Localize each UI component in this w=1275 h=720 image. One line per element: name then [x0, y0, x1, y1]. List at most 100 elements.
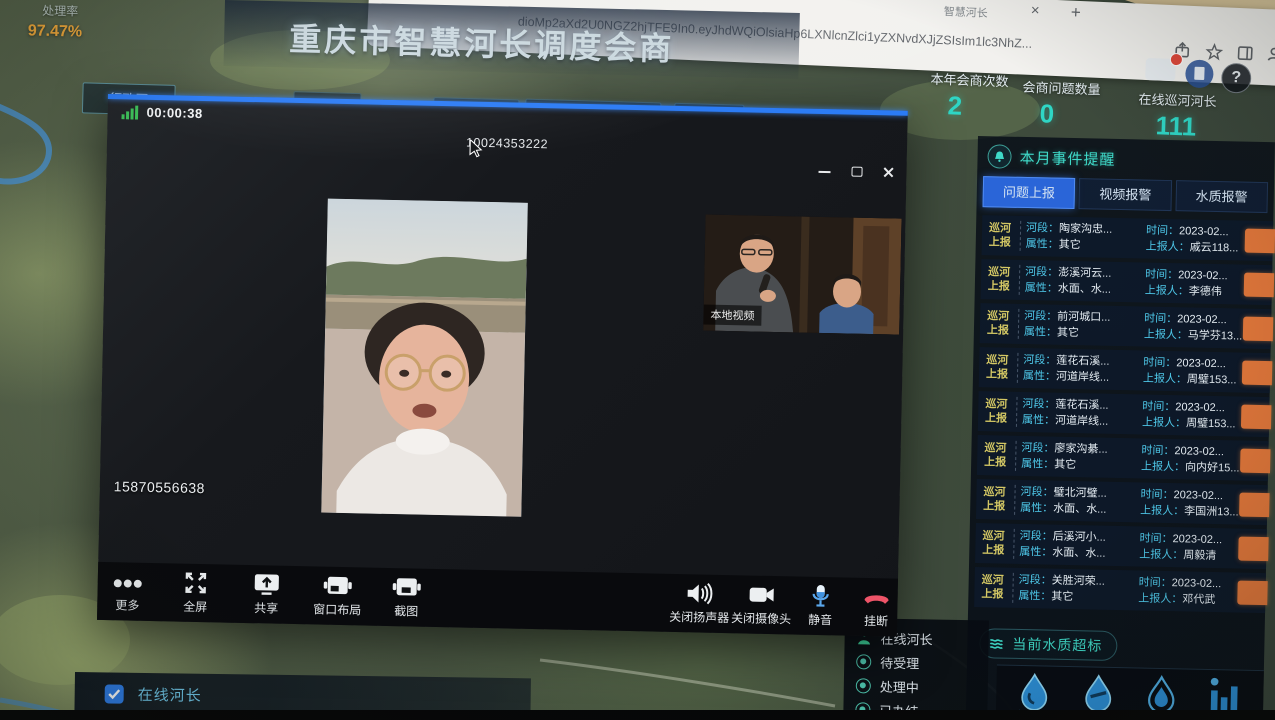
- profile-icon[interactable]: [1265, 45, 1275, 64]
- hangup-button[interactable]: 挂断: [850, 584, 903, 630]
- event-row[interactable]: 巡河上报河段：莲花石溪...属性：河道岸线...时间：2023-02...上报人…: [979, 347, 1271, 393]
- call-timer: 00:00:38: [146, 105, 202, 121]
- fullscreen-button[interactable]: 全屏: [167, 569, 224, 615]
- time-label: 时间：: [1139, 532, 1172, 545]
- time-value: 2023-02...: [1179, 225, 1229, 238]
- maximize-icon[interactable]: [848, 164, 864, 180]
- local-video-label: 本地视频: [703, 305, 761, 326]
- stat-value: 0: [1039, 98, 1100, 131]
- tab-close-icon[interactable]: ×: [1030, 2, 1039, 19]
- event-row[interactable]: 巡河上报河段：陶家沟忠...属性：其它时间：2023-02...上报人：戚云11…: [982, 215, 1274, 261]
- row-left-fields: 河段：莲花石溪...属性：河道岸线...: [1022, 396, 1143, 431]
- reporter-value: 李德伟: [1189, 285, 1222, 298]
- bookmark-star-icon[interactable]: [1205, 43, 1224, 62]
- row-action-button[interactable]: [1245, 229, 1275, 254]
- camera-icon: [721, 581, 802, 609]
- screenshot-button[interactable]: 截图: [378, 574, 435, 620]
- tab-video-alarm[interactable]: 视频报警: [1079, 178, 1172, 211]
- patrol-report-tag: 巡河上报: [982, 221, 1019, 250]
- more-dots-icon: [100, 568, 157, 595]
- more-button[interactable]: 更多: [99, 568, 156, 614]
- hangup-icon: [850, 584, 903, 611]
- segment-value: 莲花石溪...: [1055, 399, 1108, 412]
- stat-meeting-issues: 会商问题数量 0: [1021, 77, 1101, 132]
- event-list: 巡河上报河段：陶家沟忠...属性：其它时间：2023-02...上报人：戚云11…: [968, 215, 1273, 613]
- tab-water-quality-alarm[interactable]: 水质报警: [1175, 180, 1268, 213]
- mute-button[interactable]: 静音: [792, 582, 849, 628]
- row-divider: [1020, 221, 1022, 251]
- row-action-button[interactable]: [1243, 317, 1273, 342]
- room-id: 10024353222: [107, 128, 907, 159]
- reporter-label: 上报人：: [1138, 592, 1182, 605]
- reporter-value: 李国洲13...: [1184, 505, 1239, 518]
- pending-status-icon: [856, 654, 871, 669]
- event-panel-header: 本月事件提醒: [977, 136, 1275, 180]
- event-row[interactable]: 巡河上报河段：后溪河小...属性：水面、水...时间：2023-02...上报人…: [975, 523, 1267, 569]
- time-value: 2023-02...: [1172, 533, 1222, 546]
- time-label: 时间：: [1144, 313, 1177, 326]
- share-button[interactable]: 共享: [238, 571, 295, 617]
- event-row[interactable]: 巡河上报河段：璧北河璧...属性：水面、水...时间：2023-02...上报人…: [976, 479, 1268, 525]
- attribute-label: 属性：: [1023, 370, 1056, 383]
- row-action-button[interactable]: [1239, 493, 1269, 518]
- remote-video-content: [321, 199, 528, 517]
- minimize-icon[interactable]: [816, 163, 832, 179]
- camera-off-button[interactable]: 关闭摄像头: [721, 581, 802, 628]
- reporter-label: 上报人：: [1146, 241, 1190, 254]
- event-row[interactable]: 巡河上报河段：廖家沟綦...属性：其它时间：2023-02...上报人：向内好1…: [977, 435, 1269, 481]
- event-row[interactable]: 巡河上报河段：莲花石溪...属性：河道岸线...时间：2023-02...上报人…: [978, 391, 1270, 437]
- segment-value: 陶家沟忠...: [1059, 223, 1112, 236]
- processing-rate-widget: 处理率 97.47%: [28, 1, 83, 41]
- patrol-report-tag: 巡河上报: [978, 397, 1015, 426]
- attribute-label: 属性：: [1025, 282, 1058, 295]
- row-action-button[interactable]: [1240, 449, 1270, 474]
- row-action-button[interactable]: [1237, 581, 1267, 606]
- attribute-value: 其它: [1057, 327, 1079, 339]
- segment-label: 河段：: [1022, 398, 1055, 411]
- reporter-value: 戚云118...: [1190, 241, 1239, 254]
- window-layout-icon: [299, 572, 376, 600]
- side-panel-icon[interactable]: [1236, 44, 1255, 63]
- row-divider: [1018, 309, 1020, 339]
- row-action-button[interactable]: [1242, 361, 1272, 386]
- event-row[interactable]: 巡河上报河段：澎溪河云...属性：水面、水...时间：2023-02...上报人…: [981, 259, 1273, 305]
- reporter-label: 上报人：: [1139, 548, 1183, 561]
- water-drop-icon[interactable]: [1014, 671, 1055, 716]
- row-action-button[interactable]: [1238, 537, 1268, 562]
- segment-label: 河段：: [1023, 354, 1056, 367]
- processing-rate-value: 97.47%: [28, 22, 83, 41]
- new-tab-icon[interactable]: +: [1070, 3, 1081, 23]
- window-layout-button[interactable]: 窗口布局: [299, 572, 376, 619]
- attribute-label: 属性：: [1018, 590, 1051, 603]
- row-left-fields: 河段：廖家沟綦...属性：其它: [1021, 440, 1142, 475]
- attribute-value: 水面、水...: [1052, 547, 1105, 560]
- row-left-fields: 河段：后溪河小...属性：水面、水...: [1019, 528, 1140, 563]
- call-status: 00:00:38: [121, 104, 202, 121]
- event-row[interactable]: 巡河上报河段：关胜河荣...属性：其它时间：2023-02...上报人：邓代武: [974, 567, 1266, 613]
- patrol-report-tag: 巡河上报: [981, 265, 1018, 294]
- tab-problem-report[interactable]: 问题上报: [983, 176, 1076, 209]
- segment-label: 河段：: [1026, 222, 1059, 235]
- stat-label: 会商问题数量: [1022, 77, 1101, 99]
- processing-status-icon: [856, 678, 871, 693]
- segment-value: 前河城口...: [1057, 311, 1110, 324]
- stat-value: 2: [947, 90, 1008, 123]
- time-label: 时间：: [1140, 488, 1173, 501]
- event-row[interactable]: 巡河上报河段：前河城口...属性：其它时间：2023-02...上报人：马学芬1…: [980, 303, 1272, 349]
- local-video-thumbnail[interactable]: 本地视频: [703, 215, 901, 335]
- reporter-label: 上报人：: [1144, 329, 1188, 342]
- row-action-button[interactable]: [1241, 405, 1271, 430]
- segment-value: 璧北河璧...: [1053, 487, 1106, 500]
- attribute-value: 河道岸线...: [1056, 371, 1109, 384]
- segment-label: 河段：: [1025, 266, 1058, 279]
- row-divider: [1015, 441, 1017, 471]
- row-action-button[interactable]: [1244, 273, 1274, 298]
- online-chief-checkbox[interactable]: [105, 684, 124, 703]
- reporter-value: 向内好15...: [1185, 461, 1240, 474]
- row-divider: [1013, 529, 1015, 559]
- online-chief-checkbox-label: 在线河长: [138, 683, 202, 705]
- close-icon[interactable]: [880, 164, 896, 180]
- time-value: 2023-02...: [1176, 357, 1226, 370]
- time-value: 2023-02...: [1175, 401, 1225, 414]
- segment-label: 河段：: [1020, 486, 1053, 499]
